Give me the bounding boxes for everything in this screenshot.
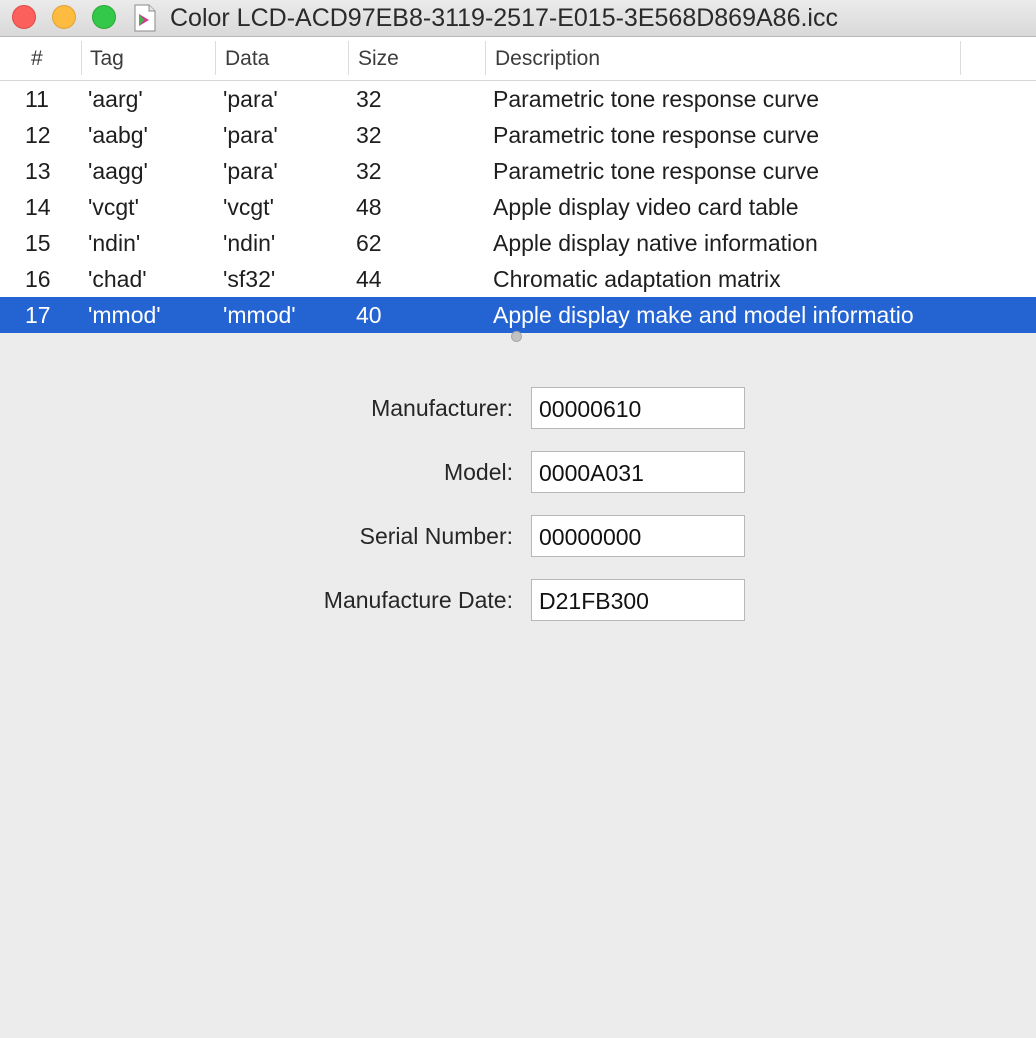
column-header-description[interactable]: Description	[495, 37, 600, 80]
cell-number: 15	[25, 230, 51, 256]
tag-table[interactable]: # Tag Data Size Description 11 'aarg' 'p…	[0, 37, 1036, 333]
column-header-tag[interactable]: Tag	[90, 37, 124, 80]
column-separator[interactable]	[960, 41, 961, 75]
table-row[interactable]: 13 'aagg' 'para' 32 Parametric tone resp…	[0, 153, 1036, 189]
window: Color LCD-ACD97EB8-3119-2517-E015-3E568D…	[0, 0, 1036, 1038]
serial-number-row: Serial Number: 00000000	[0, 515, 1036, 557]
color-profile-document-icon[interactable]	[134, 4, 156, 32]
cell-data: 'mmod'	[223, 302, 296, 328]
window-title: Color LCD-ACD97EB8-3119-2517-E015-3E568D…	[170, 4, 838, 32]
column-header-data[interactable]: Data	[225, 37, 269, 80]
table-row[interactable]: 16 'chad' 'sf32' 44 Chromatic adaptation…	[0, 261, 1036, 297]
table-row-selected[interactable]: 17 'mmod' 'mmod' 40 Apple display make a…	[0, 297, 1036, 333]
cell-data: 'vcgt'	[223, 194, 274, 220]
column-separator[interactable]	[215, 41, 216, 75]
cell-data: 'para'	[223, 158, 278, 184]
model-field[interactable]: 0000A031	[531, 451, 745, 493]
cell-description: Parametric tone response curve	[493, 86, 819, 112]
manufacture-date-row: Manufacture Date: D21FB300	[0, 579, 1036, 621]
cell-number: 14	[25, 194, 51, 220]
cell-tag: 'chad'	[88, 266, 147, 292]
cell-tag: 'ndin'	[88, 230, 141, 256]
column-separator[interactable]	[348, 41, 349, 75]
cell-description: Apple display make and model informatio	[493, 302, 914, 328]
cell-number: 13	[25, 158, 51, 184]
model-row: Model: 0000A031	[0, 451, 1036, 493]
cell-tag: 'aarg'	[88, 86, 143, 112]
cell-description: Chromatic adaptation matrix	[493, 266, 781, 292]
table-header: # Tag Data Size Description	[0, 37, 1036, 81]
table-row[interactable]: 12 'aabg' 'para' 32 Parametric tone resp…	[0, 117, 1036, 153]
cell-tag: 'aagg'	[88, 158, 148, 184]
serial-number-label: Serial Number:	[359, 523, 513, 549]
column-separator[interactable]	[485, 41, 486, 75]
cell-data: 'para'	[223, 122, 278, 148]
cell-size: 48	[356, 194, 382, 220]
cell-number: 11	[25, 86, 49, 112]
table-row[interactable]: 15 'ndin' 'ndin' 62 Apple display native…	[0, 225, 1036, 261]
cell-size: 62	[356, 230, 382, 256]
table-body: 11 'aarg' 'para' 32 Parametric tone resp…	[0, 81, 1036, 333]
manufacture-date-label: Manufacture Date:	[323, 587, 513, 613]
column-header-number[interactable]: #	[31, 37, 43, 80]
cell-size: 32	[356, 122, 382, 148]
serial-number-field[interactable]: 00000000	[531, 515, 745, 557]
table-row[interactable]: 14 'vcgt' 'vcgt' 48 Apple display video …	[0, 189, 1036, 225]
manufacturer-row: Manufacturer: 00000610	[0, 387, 1036, 429]
cell-size: 44	[356, 266, 382, 292]
cell-tag: 'aabg'	[88, 122, 148, 148]
cell-data: 'ndin'	[223, 230, 276, 256]
cell-number: 12	[25, 122, 51, 148]
model-label: Model:	[443, 459, 513, 485]
cell-size: 32	[356, 86, 382, 112]
cell-tag: 'vcgt'	[88, 194, 139, 220]
cell-size: 40	[356, 302, 382, 328]
close-button[interactable]	[12, 5, 36, 29]
cell-description: Parametric tone response curve	[493, 158, 819, 184]
title-bar[interactable]: Color LCD-ACD97EB8-3119-2517-E015-3E568D…	[0, 0, 1036, 37]
manufacture-date-field[interactable]: D21FB300	[531, 579, 745, 621]
split-view-handle[interactable]	[511, 331, 522, 342]
cell-description: Apple display video card table	[493, 194, 799, 220]
table-row[interactable]: 11 'aarg' 'para' 32 Parametric tone resp…	[0, 81, 1036, 117]
cell-size: 32	[356, 158, 382, 184]
cell-data: 'para'	[223, 86, 278, 112]
cell-data: 'sf32'	[223, 266, 276, 292]
column-header-size[interactable]: Size	[358, 37, 399, 80]
cell-number: 16	[25, 266, 51, 292]
cell-description: Apple display native information	[493, 230, 818, 256]
cell-description: Parametric tone response curve	[493, 122, 819, 148]
minimize-button[interactable]	[52, 5, 76, 29]
cell-number: 17	[25, 302, 51, 328]
zoom-button[interactable]	[92, 5, 116, 29]
manufacturer-field[interactable]: 00000610	[531, 387, 745, 429]
manufacturer-label: Manufacturer:	[371, 395, 513, 421]
column-separator[interactable]	[81, 41, 82, 75]
cell-tag: 'mmod'	[88, 302, 161, 328]
